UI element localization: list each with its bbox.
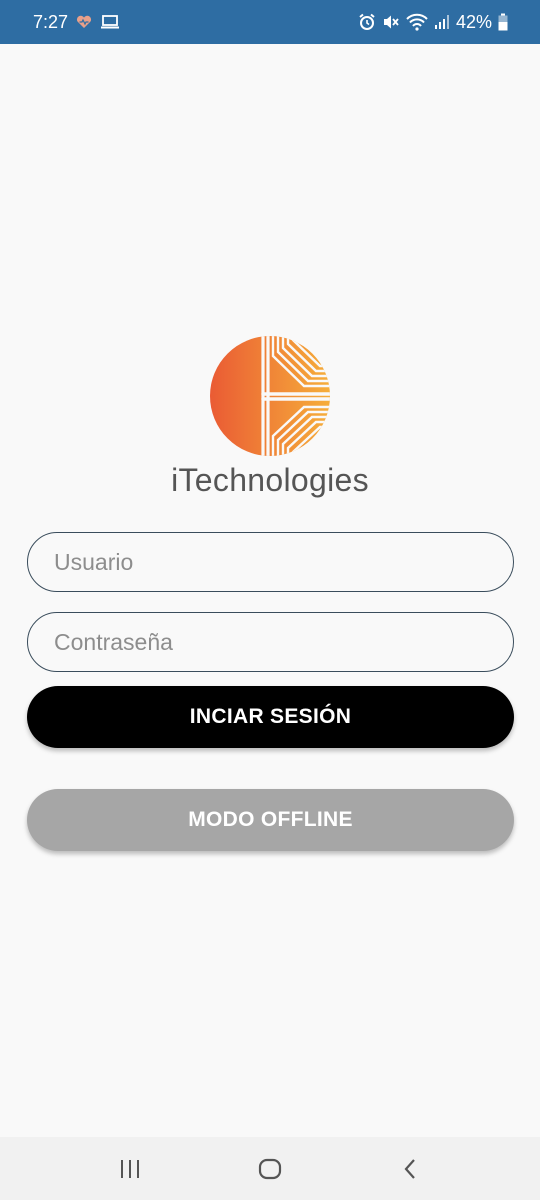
back-icon xyxy=(402,1158,418,1180)
offline-mode-button[interactable]: MODO OFFLINE xyxy=(27,789,514,851)
laptop-icon xyxy=(100,14,120,30)
status-bar: 7:27 42% xyxy=(0,0,540,44)
home-button[interactable] xyxy=(240,1139,300,1199)
navigation-bar xyxy=(0,1137,540,1200)
mute-icon xyxy=(382,13,400,31)
password-input[interactable] xyxy=(27,612,514,672)
recent-apps-button[interactable] xyxy=(100,1139,160,1199)
status-left: 7:27 xyxy=(33,12,120,33)
battery-percent: 42% xyxy=(455,11,492,32)
heart-health-icon xyxy=(76,15,92,29)
username-input[interactable] xyxy=(27,532,514,592)
recent-apps-icon xyxy=(119,1159,141,1179)
home-icon xyxy=(258,1157,282,1181)
back-button[interactable] xyxy=(380,1139,440,1199)
signal-icon xyxy=(434,14,450,30)
wifi-icon xyxy=(406,13,428,31)
circuit-logo-icon xyxy=(208,334,332,458)
battery-icon xyxy=(498,13,508,31)
status-right: 42% xyxy=(358,12,508,33)
brand-name: iTechnologies xyxy=(171,462,369,498)
alarm-icon xyxy=(358,13,376,31)
login-button[interactable]: INCIAR SESIÓN xyxy=(27,686,514,748)
login-button-label: INCIAR SESIÓN xyxy=(189,705,352,728)
offline-mode-button-label: MODO OFFLINE xyxy=(188,808,353,831)
status-time: 7:27 xyxy=(33,11,69,32)
